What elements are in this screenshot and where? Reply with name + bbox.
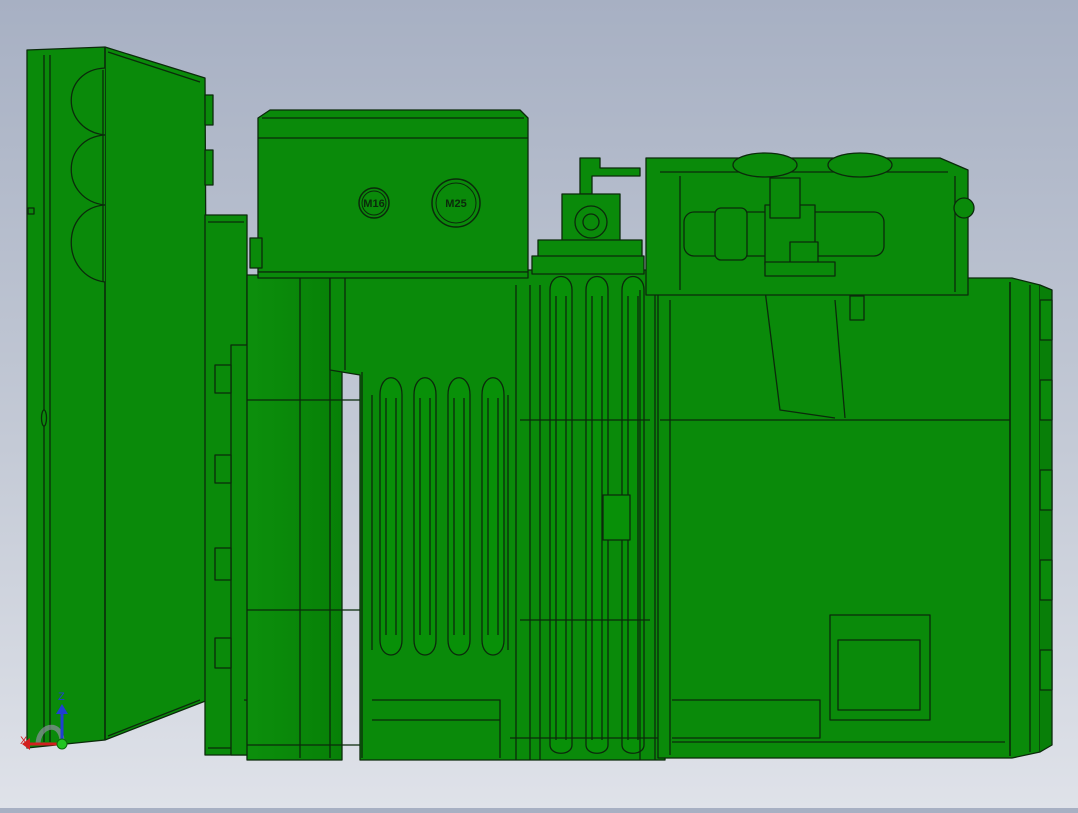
suction-valve — [645, 152, 975, 296]
x-axis-label: X — [20, 735, 28, 747]
origin-point — [56, 738, 68, 750]
cad-viewport[interactable]: M16 M25 X Z — [0, 0, 1078, 808]
terminal-box — [249, 109, 529, 279]
compressor-model[interactable]: M16 M25 X Z — [0, 0, 1078, 808]
discharge-valve — [531, 157, 645, 275]
gland-label-m16: M16 — [363, 198, 384, 210]
end-cover-plate — [26, 46, 214, 749]
gland-label-m25: M25 — [445, 198, 466, 210]
z-axis-label: Z — [58, 691, 65, 703]
crankcase — [657, 277, 1053, 759]
cylinder-fins — [329, 269, 666, 761]
